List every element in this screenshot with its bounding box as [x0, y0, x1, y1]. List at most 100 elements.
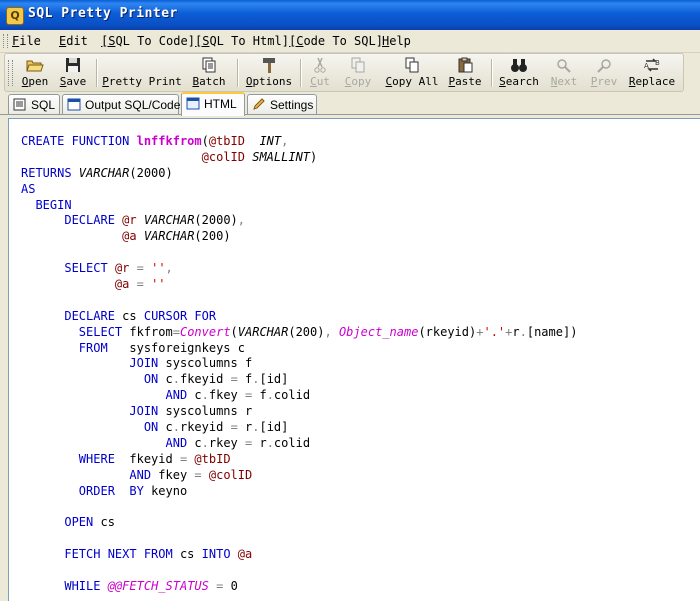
html-preview-pane[interactable]: CREATE FUNCTION lnffkfrom(@tbID INT, @co…: [8, 118, 700, 601]
code-line: @colID SMALLINT): [21, 149, 577, 165]
code-token: ON: [143, 420, 166, 435]
paste-button[interactable]: Paste: [447, 56, 483, 89]
floppy-disk-icon: [66, 58, 80, 72]
code-token: [id]: [259, 420, 289, 435]
tab-bar: SQL Output SQL/Code HTML Settings: [0, 92, 700, 116]
menu-grip[interactable]: [3, 34, 8, 48]
menu-help[interactable]: Help: [382, 34, 411, 48]
cut-button[interactable]: Cut: [307, 56, 333, 89]
code-token: @colID: [208, 467, 253, 482]
code-token: c: [165, 372, 173, 387]
code-token: =: [230, 372, 238, 387]
options-button[interactable]: Options: [245, 56, 293, 89]
app-sql-icon[interactable]: Q: [6, 7, 24, 25]
code-token: =: [136, 277, 144, 292]
pencil-icon: [253, 98, 265, 110]
code-token: cs: [179, 547, 202, 562]
code-token: ,: [324, 324, 332, 339]
code-token: VARCHAR: [143, 229, 195, 244]
tab-html[interactable]: HTML: [181, 92, 245, 116]
code-line: AND c.fkey = f.colid: [21, 387, 577, 403]
menu-edit[interactable]: Edit: [59, 34, 88, 48]
pretty-print-button[interactable]: Pretty Print: [102, 56, 182, 89]
hammer-icon: [263, 58, 275, 73]
code-token: 0: [223, 578, 238, 593]
tab-sql[interactable]: SQL: [8, 94, 60, 114]
tab-settings[interactable]: Settings: [247, 94, 317, 114]
code-token: @colID: [201, 149, 245, 164]
copy-all-button[interactable]: Copy All: [384, 56, 440, 89]
clipboard-icon: [458, 57, 473, 73]
batch-button[interactable]: Batch: [190, 56, 228, 89]
code-line: RETURNS VARCHAR(2000): [21, 165, 577, 181]
code-token: AS: [21, 181, 36, 196]
code-token: rkey: [208, 435, 245, 450]
code-token: CREATE FUNCTION: [21, 134, 137, 148]
code-token: =: [136, 261, 144, 276]
menu-sql-to-html[interactable]: [SQL To Html]: [195, 34, 289, 48]
prev-button[interactable]: Prev: [590, 56, 618, 89]
code-line: JOIN syscolumns r: [21, 403, 577, 419]
code-token: =: [230, 420, 238, 435]
menu-code-to-sql[interactable]: [Code To SQL]: [289, 34, 383, 48]
code-token: .: [266, 435, 274, 450]
code-token: SELECT: [78, 324, 130, 339]
code-token: BY: [129, 483, 152, 498]
code-token: (: [230, 324, 238, 339]
copy-button[interactable]: Copy: [341, 56, 375, 89]
code-token: OPEN: [64, 515, 101, 530]
code-token: .: [172, 372, 180, 387]
menu-sql-to-code[interactable]: [SQL To Code]: [101, 34, 195, 48]
next-button[interactable]: Next: [550, 56, 578, 89]
save-button[interactable]: Save: [57, 56, 89, 89]
code-token: SMALLINT: [252, 149, 311, 164]
code-token: ,: [237, 213, 246, 228]
code-token: @tbID: [208, 134, 245, 148]
search-button[interactable]: Search: [497, 56, 541, 89]
code-token: r: [252, 435, 267, 450]
code-token: lnffkfrom: [136, 134, 202, 148]
code-token: RETURNS: [21, 165, 79, 180]
replace-button[interactable]: AB Replace: [627, 56, 677, 89]
tab-output-sql-code[interactable]: Output SQL/Code: [62, 94, 180, 114]
code-token: ): [310, 149, 318, 164]
title-bar: Q SQL Pretty Printer: [0, 0, 700, 30]
code-token: @a: [114, 277, 130, 292]
toolbar-grip[interactable]: [8, 60, 13, 86]
code-token: =: [194, 467, 202, 482]
toolbar-separator: [300, 59, 302, 87]
code-token: @tbID: [194, 451, 231, 466]
code-line: ORDER BY keyno: [21, 483, 577, 499]
code-line: SELECT @r = '',: [21, 260, 577, 276]
open-button[interactable]: Open: [19, 56, 51, 89]
code-token: f: [237, 372, 253, 387]
code-token: JOIN: [129, 356, 166, 371]
code-token: cs: [122, 308, 144, 323]
code-token: CURSOR FOR: [143, 308, 217, 323]
toolbar-separator: [237, 59, 239, 87]
code-token: .: [519, 324, 527, 339]
code-line: ON c.rkeyid = r.[id]: [21, 419, 577, 435]
menu-file[interactable]: File: [12, 34, 41, 48]
code-token: Object_name: [338, 324, 419, 339]
code-line: BEGIN: [21, 197, 577, 213]
code-token: '.': [483, 324, 506, 339]
scissors-icon: [314, 57, 326, 73]
code-token: ,: [281, 134, 289, 148]
